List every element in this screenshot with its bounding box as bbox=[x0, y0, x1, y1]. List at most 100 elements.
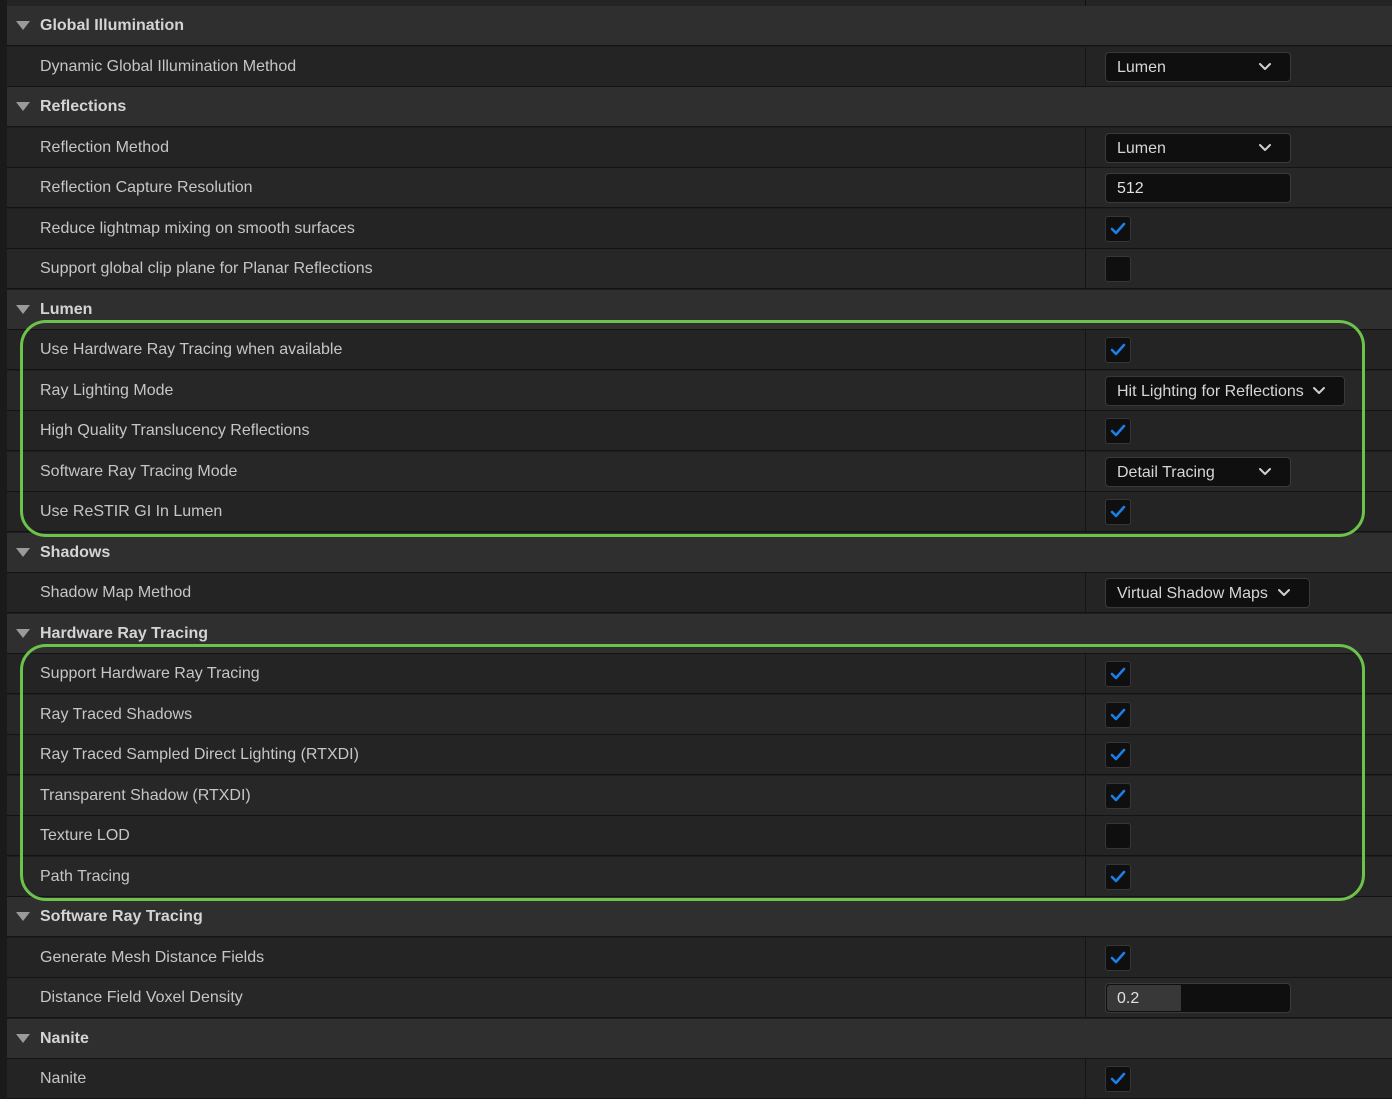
section-title: Software Ray Tracing bbox=[40, 908, 203, 925]
section-title: Hardware Ray Tracing bbox=[40, 624, 209, 642]
column-divider[interactable] bbox=[1085, 127, 1086, 168]
section-header-nanite[interactable]: Nanite bbox=[7, 1018, 1392, 1059]
checkbox-ray-traced-shadows[interactable] bbox=[1105, 701, 1131, 728]
collapse-arrow-icon[interactable] bbox=[16, 102, 30, 111]
column-divider[interactable] bbox=[1085, 46, 1086, 87]
column-divider[interactable] bbox=[1085, 735, 1086, 775]
chevron-down-icon bbox=[1259, 62, 1271, 70]
property-row-generate-mesh-distance-fields: Generate Mesh Distance Fields bbox=[7, 937, 1392, 978]
numeric-value: 512 bbox=[1117, 180, 1144, 197]
column-divider[interactable] bbox=[1085, 370, 1086, 411]
checkmark-icon bbox=[1110, 505, 1126, 518]
property-label: Software Ray Tracing Mode bbox=[40, 462, 238, 480]
property-row-ray-traced-shadows: Ray Traced Shadows bbox=[7, 694, 1392, 735]
dropdown-ray-lighting-mode[interactable]: Hit Lighting for Reflections bbox=[1105, 375, 1345, 406]
dropdown-shadow-map-method[interactable]: Virtual Shadow Maps bbox=[1105, 578, 1310, 608]
column-divider[interactable] bbox=[1085, 1059, 1086, 1099]
project-settings-panel: Global Illumination Dynamic Global Illumi… bbox=[7, 0, 1392, 1099]
section-title: Nanite bbox=[40, 1029, 89, 1047]
checkmark-icon bbox=[1110, 951, 1126, 963]
dropdown-selected-value: Virtual Shadow Maps bbox=[1117, 585, 1268, 602]
column-divider[interactable] bbox=[1085, 451, 1086, 492]
section-header-hardware-ray-tracing[interactable]: Hardware Ray Tracing bbox=[7, 613, 1392, 654]
section-header-shadows[interactable]: Shadows bbox=[7, 532, 1392, 573]
slider-distance-field-voxel-density[interactable]: 0.2 bbox=[1105, 983, 1291, 1013]
collapse-arrow-icon[interactable] bbox=[16, 21, 30, 30]
dropdown-selected-value: Hit Lighting for Reflections bbox=[1117, 382, 1304, 400]
checkbox-nanite[interactable] bbox=[1105, 1066, 1131, 1092]
dropdown-reflection-method[interactable]: Lumen bbox=[1105, 132, 1291, 163]
checkmark-icon bbox=[1110, 424, 1126, 437]
property-label: High Quality Translucency Reflections bbox=[40, 422, 310, 439]
property-row-reflection-capture-resolution: Reflection Capture Resolution 512 bbox=[7, 168, 1392, 208]
checkbox-generate-mesh-distance-fields[interactable] bbox=[1105, 944, 1131, 971]
property-row-use-restir-gi-in-lumen: Use ReSTIR GI In Lumen bbox=[7, 492, 1392, 532]
column-divider[interactable] bbox=[1085, 492, 1086, 532]
property-row-dynamic-global-illumination-method: Dynamic Global Illumination Method Lumen bbox=[7, 46, 1392, 87]
collapse-arrow-icon[interactable] bbox=[16, 304, 30, 314]
section-header-global-illumination[interactable]: Global Illumination bbox=[7, 6, 1392, 46]
column-divider[interactable] bbox=[1085, 654, 1086, 694]
number-input-reflection-capture-resolution[interactable]: 512 bbox=[1105, 173, 1291, 203]
collapse-arrow-icon[interactable] bbox=[16, 547, 30, 557]
checkmark-icon bbox=[1110, 343, 1126, 356]
column-divider[interactable] bbox=[1085, 168, 1086, 208]
checkbox-transparent-shadow-rtxdi[interactable] bbox=[1105, 782, 1131, 809]
chevron-down-icon bbox=[1259, 143, 1271, 151]
checkmark-icon bbox=[1110, 667, 1126, 680]
checkbox-use-restir-gi-in-lumen[interactable] bbox=[1105, 499, 1131, 525]
property-label: Shadow Map Method bbox=[40, 584, 192, 601]
property-label: Dynamic Global Illumination Method bbox=[40, 57, 297, 75]
section-title: Shadows bbox=[40, 543, 111, 561]
checkbox-path-tracing[interactable] bbox=[1105, 863, 1131, 890]
column-divider[interactable] bbox=[1085, 694, 1086, 735]
section-header-software-ray-tracing[interactable]: Software Ray Tracing bbox=[7, 897, 1392, 937]
property-row-use-hardware-ray-tracing-when-available: Use Hardware Ray Tracing when available bbox=[7, 330, 1392, 370]
checkbox-texture-lod[interactable] bbox=[1105, 823, 1131, 849]
property-label: Support Hardware Ray Tracing bbox=[40, 665, 260, 682]
section-title: Lumen bbox=[40, 300, 93, 318]
property-label: Reflection Capture Resolution bbox=[40, 179, 253, 196]
checkmark-icon bbox=[1110, 748, 1126, 761]
section-header-lumen[interactable]: Lumen bbox=[7, 289, 1392, 330]
chevron-down-icon bbox=[1278, 589, 1290, 596]
column-divider[interactable] bbox=[1085, 978, 1086, 1018]
checkbox-ray-traced-sampled-direct-lighting-rtxdi[interactable] bbox=[1105, 742, 1131, 768]
collapse-arrow-icon[interactable] bbox=[16, 912, 30, 921]
column-divider[interactable] bbox=[1085, 249, 1086, 289]
property-label: Generate Mesh Distance Fields bbox=[40, 948, 265, 966]
column-divider[interactable] bbox=[1085, 937, 1086, 978]
property-label: Ray Traced Sampled Direct Lighting (RTXD… bbox=[40, 746, 359, 763]
property-row-reflection-method: Reflection Method Lumen bbox=[7, 127, 1392, 168]
property-row-high-quality-translucency-reflections: High Quality Translucency Reflections bbox=[7, 411, 1392, 451]
column-divider[interactable] bbox=[1085, 816, 1086, 856]
property-label: Distance Field Voxel Density bbox=[40, 989, 243, 1006]
checkmark-icon bbox=[1110, 789, 1126, 801]
column-divider[interactable] bbox=[1085, 208, 1086, 249]
collapse-arrow-icon[interactable] bbox=[16, 1033, 30, 1043]
collapse-arrow-icon[interactable] bbox=[16, 628, 30, 638]
dropdown-software-ray-tracing-mode[interactable]: Detail Tracing bbox=[1105, 456, 1291, 487]
dropdown-selected-value: Lumen bbox=[1117, 139, 1166, 157]
checkbox-support-global-clip-plane-for-planar-reflections[interactable] bbox=[1105, 256, 1131, 282]
checkbox-reduce-lightmap-mixing-on-smooth-surfaces[interactable] bbox=[1105, 215, 1131, 242]
checkmark-icon bbox=[1110, 870, 1126, 882]
column-divider[interactable] bbox=[1085, 775, 1086, 816]
property-row-path-tracing: Path Tracing bbox=[7, 856, 1392, 897]
property-label: Transparent Shadow (RTXDI) bbox=[40, 786, 251, 804]
checkbox-support-hardware-ray-tracing[interactable] bbox=[1105, 661, 1131, 687]
checkbox-high-quality-translucency-reflections[interactable] bbox=[1105, 418, 1131, 444]
numeric-value: 0.2 bbox=[1117, 990, 1140, 1007]
chevron-down-icon bbox=[1259, 467, 1271, 475]
dropdown-dynamic-global-illumination-method[interactable]: Lumen bbox=[1105, 51, 1291, 82]
dropdown-selected-value: Lumen bbox=[1117, 58, 1166, 76]
checkmark-icon bbox=[1110, 1072, 1126, 1085]
section-header-reflections[interactable]: Reflections bbox=[7, 87, 1392, 127]
column-divider[interactable] bbox=[1085, 573, 1086, 613]
column-divider[interactable] bbox=[1085, 411, 1086, 451]
column-divider[interactable] bbox=[1085, 330, 1086, 370]
column-divider[interactable] bbox=[1085, 856, 1086, 897]
checkbox-use-hardware-ray-tracing-when-available[interactable] bbox=[1105, 337, 1131, 363]
property-label: Reduce lightmap mixing on smooth surface… bbox=[40, 219, 355, 237]
property-label: Ray Lighting Mode bbox=[40, 381, 174, 399]
